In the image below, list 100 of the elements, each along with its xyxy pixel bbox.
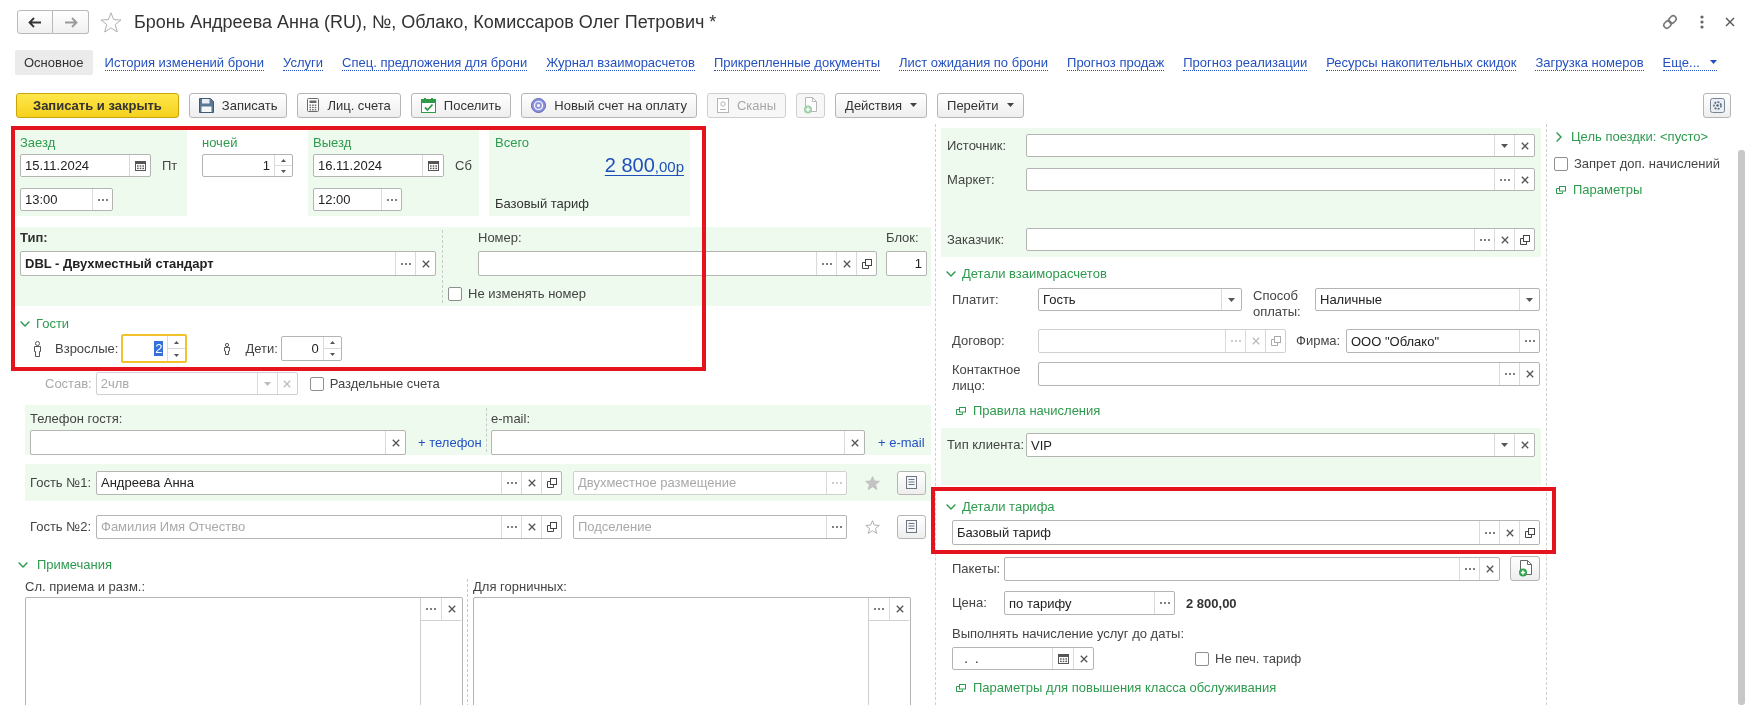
field-label: Пакеты: xyxy=(952,560,1001,577)
room-number-field[interactable] xyxy=(478,251,877,276)
caret-down-icon xyxy=(329,353,335,356)
checkbox[interactable] xyxy=(309,376,324,391)
date-field[interactable]: 15.11.2024 xyxy=(20,154,151,177)
tab[interactable]: Журнал взаиморасчетов xyxy=(546,54,695,71)
field-label: ночей xyxy=(202,135,238,151)
close-icon[interactable] xyxy=(1725,17,1735,27)
price-text: 2 800,00 xyxy=(1186,595,1237,611)
star-icon[interactable] xyxy=(865,519,880,534)
check-in-button[interactable]: Поселить xyxy=(410,92,512,118)
cross-icon xyxy=(1485,564,1494,573)
time-field[interactable]: 12:00 xyxy=(313,188,402,211)
document-plus-icon xyxy=(803,96,819,114)
save-and-close-button[interactable]: Записать и закрыть xyxy=(16,92,179,118)
choice-field[interactable] xyxy=(1026,168,1535,191)
nights-field[interactable]: 1 xyxy=(202,154,293,177)
section-header[interactable]: Цель поездки: <пусто> xyxy=(1556,129,1709,145)
section-header[interactable]: Примечания xyxy=(18,557,113,573)
packages-field[interactable] xyxy=(1004,556,1500,581)
section-header[interactable]: Детали тарифа xyxy=(946,499,1055,515)
phone-field[interactable] xyxy=(30,430,406,455)
time-field[interactable]: 13:00 xyxy=(20,188,113,211)
tariff-field[interactable]: Базовый тариф xyxy=(952,520,1540,545)
star-icon[interactable] xyxy=(865,475,880,490)
tab[interactable]: Лист ожидания по брони xyxy=(899,54,1049,71)
section-header[interactable]: Гости xyxy=(20,316,70,332)
guest-row[interactable]: Гость №2: Фамилия Имя Отчество Подселение xyxy=(25,508,931,545)
firm-field[interactable]: ООО "Облако" xyxy=(1346,329,1540,353)
tab[interactable]: Загрузка номеров xyxy=(1535,54,1644,71)
spin-up-button[interactable] xyxy=(322,337,341,349)
scrollbar-thumb[interactable] xyxy=(1738,150,1745,705)
invoice-button[interactable]: Новый счет на оплату xyxy=(521,92,697,118)
date-field[interactable]: . . xyxy=(952,647,1094,670)
spin-up-button[interactable] xyxy=(274,155,292,166)
spin-up-button[interactable] xyxy=(167,336,186,349)
back-button[interactable] xyxy=(17,10,53,34)
children-field[interactable]: 0 xyxy=(280,336,342,361)
tab[interactable]: Прикрепленные документы xyxy=(713,54,880,71)
field-label: Договор: xyxy=(952,333,1005,349)
field-label: Маркет: xyxy=(947,171,995,188)
clear-button[interactable] xyxy=(889,598,909,621)
date-field[interactable]: 16.11.2024 xyxy=(313,154,444,177)
tab[interactable]: История изменений брони xyxy=(104,54,265,71)
ellipsis-icon xyxy=(386,198,397,201)
upgrade-params-link[interactable]: Параметры для повышения класса обслуживания xyxy=(956,680,1277,696)
room-type-field[interactable]: DBL - Двухместный стандарт xyxy=(20,251,436,276)
note-field[interactable] xyxy=(25,597,463,705)
field-label: Сл. приема и разм.: xyxy=(25,579,146,595)
payment-method-field[interactable]: Наличные xyxy=(1315,288,1540,311)
menu-button[interactable]: Действия xyxy=(835,92,928,118)
dropdown-field[interactable] xyxy=(1026,134,1535,157)
save-button[interactable]: Записать xyxy=(188,92,288,118)
cross-icon xyxy=(1525,370,1534,378)
field-label: Контактное лицо: xyxy=(952,362,1022,394)
client-type-field[interactable]: VIP xyxy=(1026,433,1535,457)
tab[interactable]: Прогноз продаж xyxy=(1067,54,1165,71)
document-button[interactable] xyxy=(897,514,926,539)
note-field[interactable] xyxy=(473,597,911,705)
params-link[interactable]: Параметры xyxy=(1556,182,1643,198)
menu-button[interactable]: Перейти xyxy=(937,92,1024,118)
more-tabs-link[interactable]: Еще... xyxy=(1662,54,1717,71)
accounts-button[interactable]: Лиц. счета xyxy=(297,92,401,118)
field-label: Тип: xyxy=(20,230,48,246)
tab[interactable]: Спец. предложения для брони xyxy=(342,54,528,71)
guest-name-field[interactable]: Андреева Анна xyxy=(96,470,562,495)
squares-icon xyxy=(1556,186,1566,194)
caret-down-icon xyxy=(1501,143,1508,148)
block-field[interactable]: 1 xyxy=(886,251,927,276)
cross-icon xyxy=(850,438,859,447)
field-label: Состав: xyxy=(45,375,92,392)
email-field[interactable] xyxy=(491,430,865,455)
total-amount-link[interactable]: 2 800,00р xyxy=(604,154,684,178)
field-label: Выезд xyxy=(313,135,352,151)
star-icon[interactable] xyxy=(100,11,122,33)
tab[interactable]: Основное xyxy=(15,50,93,75)
add-phone-link[interactable]: + телефон xyxy=(418,434,482,451)
checkbox[interactable] xyxy=(1195,651,1209,666)
clear-button[interactable] xyxy=(441,598,461,621)
tab[interactable]: Ресурсы накопительных скидок xyxy=(1326,54,1517,71)
add-email-link[interactable]: + e-mail xyxy=(878,434,925,451)
squares-icon xyxy=(861,258,872,269)
document-button[interactable] xyxy=(897,470,926,495)
section-header[interactable]: Детали взаиморасчетов xyxy=(946,266,1107,282)
adults-field[interactable]: 2 xyxy=(121,334,188,363)
checkbox[interactable] xyxy=(1554,157,1568,171)
price-mode-field[interactable]: по тарифу xyxy=(1004,591,1175,615)
tab[interactable]: Услуги xyxy=(283,54,324,71)
checkbox-label: Не печ. тариф xyxy=(1215,650,1302,667)
link-icon[interactable] xyxy=(1661,13,1679,31)
payer-field[interactable]: Гость xyxy=(1038,288,1242,311)
checkbox[interactable] xyxy=(448,287,462,301)
tab[interactable]: Прогноз реализации xyxy=(1183,54,1308,71)
add-button[interactable] xyxy=(1510,556,1540,581)
rules-link[interactable]: Правила начисления xyxy=(956,403,1101,419)
settings-button[interactable] xyxy=(1703,92,1731,118)
more-menu-icon[interactable] xyxy=(1700,15,1704,29)
field-label: Телефон гостя: xyxy=(30,411,123,427)
contact-field[interactable] xyxy=(1038,362,1540,386)
reference-field[interactable] xyxy=(1026,228,1535,251)
